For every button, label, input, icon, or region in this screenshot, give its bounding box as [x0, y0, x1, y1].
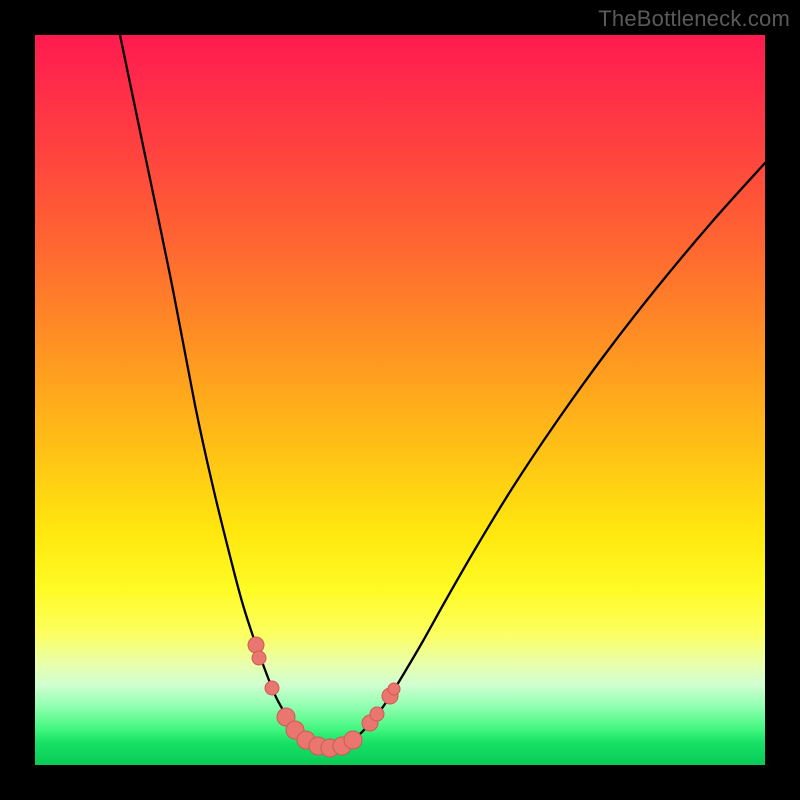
left-curve — [120, 35, 330, 748]
data-marker — [344, 731, 362, 749]
right-curve — [330, 163, 765, 748]
data-marker — [252, 651, 266, 665]
data-marker — [265, 681, 279, 695]
chart-frame: TheBottleneck.com — [0, 0, 800, 800]
curve-group — [120, 35, 765, 748]
watermark-text: TheBottleneck.com — [598, 6, 790, 32]
marker-group — [248, 637, 400, 757]
chart-svg — [35, 35, 765, 765]
data-marker — [248, 637, 264, 653]
data-marker — [370, 707, 384, 721]
data-marker — [388, 683, 400, 695]
plot-area — [35, 35, 765, 765]
